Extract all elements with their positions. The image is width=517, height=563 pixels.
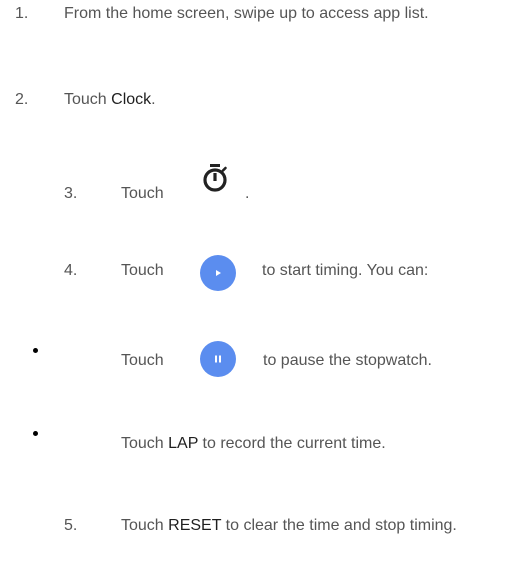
step-text-pre: Touch [121, 352, 164, 369]
lap-label: LAP [168, 435, 199, 452]
step-text: Touch RESET to clear the time and stop t… [121, 514, 457, 538]
step-number: 3. [64, 185, 78, 202]
play-icon [200, 255, 236, 291]
step-number: 4. [64, 262, 78, 279]
step-text-post: to record the current time. [198, 435, 386, 452]
reset-label: RESET [168, 517, 222, 534]
step-number: 5. [64, 517, 78, 534]
step-text-post: to clear the time and stop timing. [221, 517, 457, 534]
step-number: 1. [15, 5, 29, 22]
bullet-icon [33, 431, 38, 436]
step-number: 2. [15, 91, 29, 108]
step-text-post: to start timing. You can: [262, 262, 429, 279]
pause-icon [200, 341, 236, 377]
step-text-post: to pause the stopwatch. [263, 352, 432, 369]
step-text-pre: Touch [121, 517, 169, 534]
step-text-pre: Touch [121, 262, 164, 279]
stopwatch-icon [200, 163, 230, 193]
step-text-post: . [245, 185, 250, 202]
step-text-pre: Touch [64, 91, 112, 108]
clock-label: Clock [111, 91, 152, 108]
step-text-pre: Touch [121, 435, 169, 452]
step-text-post: . [151, 91, 156, 108]
step-text: From the home screen, swipe up to access… [64, 5, 429, 22]
step-text: Touch Clock. [64, 88, 156, 112]
bullet-icon [33, 348, 38, 353]
step-text: Touch LAP to record the current time. [121, 432, 386, 456]
step-text-pre: Touch [121, 185, 164, 202]
